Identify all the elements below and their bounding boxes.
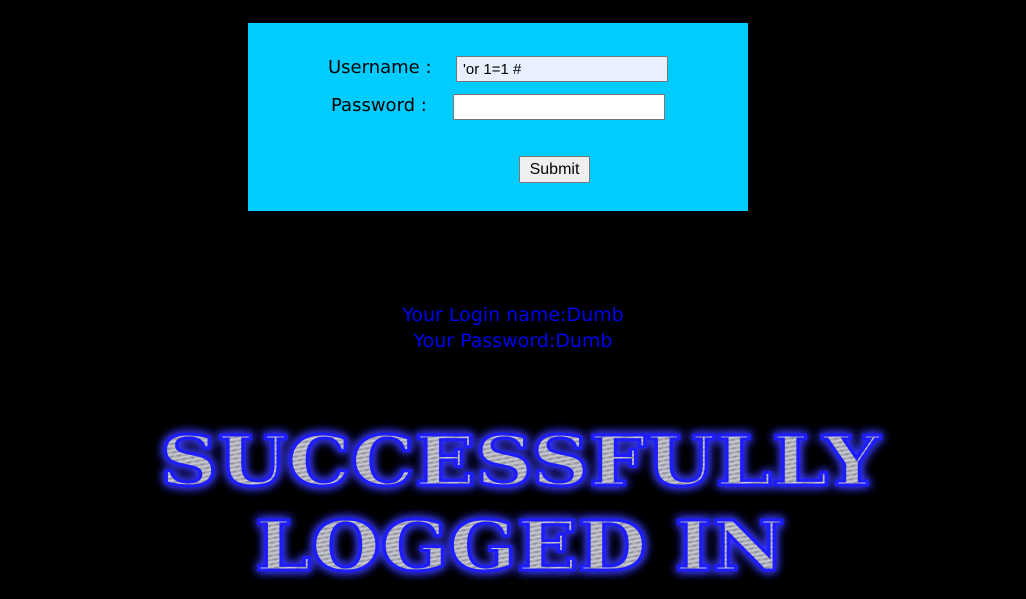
page: Username : Password : Submit Your Login … [0, 0, 1026, 599]
submit-button[interactable]: Submit [519, 156, 590, 183]
password-line: Your Password:Dumb [413, 330, 613, 352]
username-label: Username : [328, 57, 432, 78]
success-banner: SUCCESSFULLY LOGGED IN [159, 421, 884, 589]
password-label: Password : [331, 95, 427, 116]
username-field[interactable] [456, 56, 668, 82]
login-result: Your Login name:Dumb Your Password:Dumb [0, 302, 1026, 354]
banner-line-1: SUCCESSFULLY [160, 422, 882, 502]
login-form: Username : Password : Submit [248, 23, 748, 211]
banner-line-2: LOGGED IN [255, 507, 785, 587]
password-field[interactable] [453, 94, 665, 120]
login-name-line: Your Login name:Dumb [402, 304, 624, 326]
